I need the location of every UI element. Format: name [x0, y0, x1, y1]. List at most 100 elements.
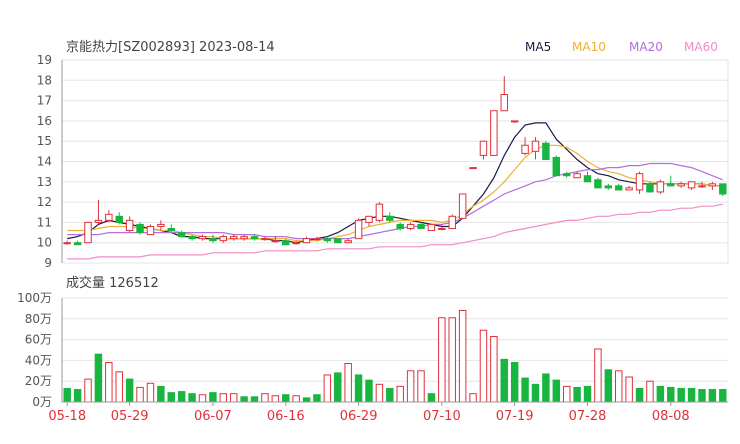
candle-body [521, 144, 529, 154]
candle [125, 216, 134, 233]
volume-bar [94, 353, 103, 403]
candle [448, 214, 456, 229]
candle-body [250, 236, 259, 240]
candle [94, 200, 103, 225]
volume-bar [386, 387, 394, 403]
legend-item-ma5: MA5 [525, 40, 551, 54]
candle-body [677, 183, 685, 187]
volume-bar [531, 383, 540, 403]
volume-tick-label: 0万 [32, 395, 52, 409]
volume-bar [271, 395, 280, 403]
candle-body [552, 156, 561, 177]
volume-tick-label: 60万 [25, 333, 52, 347]
candle-body [562, 173, 571, 177]
volume-bar [635, 387, 644, 403]
candle-body [334, 238, 342, 244]
volume-bar [198, 394, 207, 403]
candle [240, 234, 248, 241]
candle [656, 179, 665, 194]
candle [510, 120, 519, 123]
volume-bar [427, 393, 436, 403]
candle-body [229, 236, 238, 240]
candle-body [438, 227, 446, 230]
candle [302, 236, 311, 244]
candle [146, 224, 155, 236]
candle-body [219, 236, 228, 242]
candle [157, 220, 165, 231]
volume-bar [136, 386, 144, 403]
candle [365, 215, 373, 227]
candle-body [167, 227, 175, 232]
price-tick-label: 13 [37, 175, 52, 189]
candle-body [365, 215, 373, 223]
candle [219, 234, 228, 243]
volume-bar [667, 386, 675, 403]
candle-body [708, 183, 717, 187]
x-tick-label: 06-29 [340, 409, 378, 424]
candle [625, 185, 633, 191]
candle-body [406, 223, 415, 229]
candle [354, 218, 363, 240]
x-tick-label: 08-08 [652, 409, 690, 424]
volume-bar [323, 374, 332, 403]
candle-body [510, 120, 519, 123]
candle [427, 223, 436, 232]
legend-item-ma10: MA10 [572, 40, 606, 54]
candle-body [615, 185, 623, 191]
price-tick-label: 9 [44, 256, 52, 270]
volume-bar [261, 393, 269, 403]
volume-tick-label: 80万 [25, 312, 52, 326]
price-tick-label: 11 [37, 215, 52, 229]
candle-body [188, 236, 196, 240]
candle [583, 171, 592, 183]
candle [136, 222, 144, 235]
candle [177, 230, 186, 238]
candle [386, 212, 394, 223]
volume-bar [219, 393, 228, 403]
candle-body [687, 181, 696, 189]
candle-body [490, 110, 498, 156]
candle [479, 140, 488, 160]
candle-body [573, 173, 581, 179]
candle-body [667, 183, 675, 187]
candle [562, 171, 571, 178]
price-y-axis: 9 10 11 12 13 14 15 16 17 18 19 [37, 53, 63, 270]
volume-bar [573, 386, 581, 403]
candle-body [84, 221, 92, 244]
candle-body [282, 240, 290, 246]
candle-body [354, 219, 363, 240]
volume-bar [562, 385, 571, 403]
x-tick-label: 07-28 [569, 409, 607, 424]
candle-body [94, 219, 103, 223]
candle-body [261, 238, 269, 241]
volume-bar [542, 373, 550, 403]
candle-body [469, 167, 477, 170]
volume-bar [354, 374, 363, 403]
price-tick-label: 16 [37, 114, 52, 128]
volume-bar [229, 393, 238, 403]
volume-bar [646, 380, 654, 403]
price-tick-label: 12 [37, 195, 52, 209]
candle-body [427, 223, 436, 232]
candle [84, 221, 92, 244]
volume-bar [677, 387, 685, 403]
volume-bar [417, 370, 425, 403]
candle-body [302, 238, 311, 244]
x-tick-label: 07-10 [423, 409, 461, 424]
x-tick-label: 06-16 [267, 409, 305, 424]
volume-bars [63, 309, 727, 403]
candle [552, 155, 561, 177]
volume-bar [240, 396, 248, 403]
volume-bar [552, 379, 561, 403]
price-tick-label: 14 [37, 155, 52, 169]
candle-body [63, 242, 71, 245]
volume-bar [146, 382, 155, 403]
volume-bar [396, 385, 404, 403]
candle-body [500, 94, 508, 112]
candle [115, 212, 123, 225]
candle [604, 183, 613, 190]
candle [677, 181, 685, 188]
volume-bar [344, 363, 352, 403]
volume-bar [73, 389, 82, 403]
volume-bar [406, 370, 415, 403]
